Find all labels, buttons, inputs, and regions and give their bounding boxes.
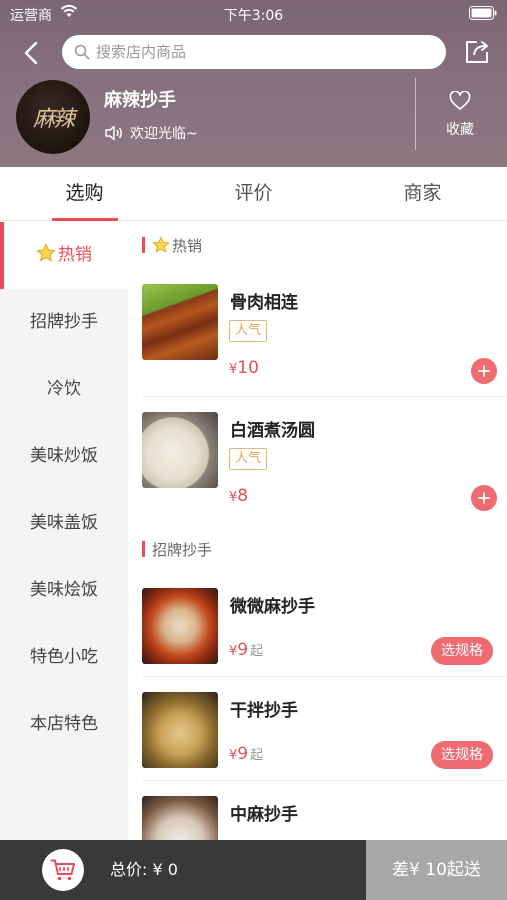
popular-tag: 人气	[229, 448, 268, 470]
product-list[interactable]: 热销 骨肉相连 人气 ¥10 白酒煮汤圆 人气 ¥8 招牌抄手 微微麻抄手 ¥9…	[128, 222, 507, 840]
product-name: 微微麻抄手	[230, 597, 315, 617]
heart-icon	[449, 91, 471, 110]
active-tab-indicator	[52, 218, 118, 221]
product-price: ¥10	[229, 358, 259, 378]
battery-icon	[469, 6, 497, 20]
category-braised-rice[interactable]: 美味烩饭	[0, 557, 128, 624]
status-bar: 运营商 下午3:06	[0, 0, 507, 28]
plus-icon	[478, 365, 490, 377]
shop-logo: 麻辣	[16, 80, 90, 154]
category-hot[interactable]: 热销	[0, 222, 128, 289]
search-input[interactable]	[96, 43, 446, 61]
product-image	[142, 284, 218, 360]
add-to-cart-button[interactable]	[471, 358, 497, 384]
product-name: 中麻抄手	[230, 805, 298, 825]
product-name: 骨肉相连	[230, 293, 298, 313]
popular-tag: 人气	[229, 320, 268, 342]
section-title: 热销	[172, 236, 203, 255]
item-divider	[142, 676, 507, 677]
shop-notice-text: 欢迎光临~	[130, 126, 198, 142]
category-snacks[interactable]: 特色小吃	[0, 624, 128, 691]
product-item[interactable]: 白酒煮汤圆 人气 ¥8	[128, 412, 507, 516]
category-rice-bowls[interactable]: 美味盖饭	[0, 490, 128, 557]
item-divider	[142, 780, 507, 781]
speaker-icon	[105, 125, 122, 141]
nav-row	[0, 32, 507, 74]
product-price: ¥9 起	[229, 640, 264, 660]
section-marker	[142, 541, 145, 557]
section-header-hot: 热销	[142, 234, 202, 256]
shop-info: 麻辣 麻辣抄手 欢迎光临~ 收藏	[0, 78, 507, 158]
choose-spec-button[interactable]: 选规格	[431, 741, 493, 769]
product-image	[142, 692, 218, 768]
favorite-label: 收藏	[446, 122, 474, 138]
tab-merchant[interactable]: 商家	[338, 167, 507, 221]
category-sidebar: 热销 招牌抄手 冷饮 美味炒饭 美味盖饭 美味烩饭 特色小吃 本店特色	[0, 222, 128, 840]
tab-reviews[interactable]: 评价	[169, 167, 338, 221]
tab-bar: 选购 评价 商家	[0, 167, 507, 221]
search-bar[interactable]	[62, 35, 446, 69]
back-button[interactable]	[18, 39, 44, 67]
product-item[interactable]: 骨肉相连 人气 ¥10	[128, 284, 507, 397]
shop-header: 运营商 下午3:06 搜索店内商品 麻辣 麻辣抄手 欢迎光临~ 收藏	[0, 0, 507, 167]
checkout-button[interactable]: 差¥ 10起送	[366, 840, 507, 900]
cart-total: 总价: ¥ 0	[110, 860, 178, 879]
choose-spec-button[interactable]: 选规格	[431, 637, 493, 665]
share-icon[interactable]	[463, 38, 491, 66]
section-marker	[142, 237, 145, 253]
category-fried-rice[interactable]: 美味炒饭	[0, 423, 128, 490]
item-divider	[142, 396, 507, 397]
section-header-signature: 招牌抄手	[142, 538, 212, 560]
plus-icon	[478, 492, 490, 504]
star-icon	[152, 236, 170, 253]
chevron-left-icon	[24, 41, 38, 65]
product-item[interactable]: 中麻抄手	[128, 796, 507, 840]
cart-bar: 总价: ¥ 0 差¥ 10起送	[0, 840, 507, 900]
product-name: 干拌抄手	[230, 701, 298, 721]
category-cold-drinks[interactable]: 冷饮	[0, 356, 128, 423]
product-price: ¥8	[229, 486, 249, 506]
product-price: ¥9 起	[229, 744, 264, 764]
shop-logo-text: 麻辣	[32, 107, 75, 132]
star-icon	[36, 243, 56, 262]
cart-button[interactable]	[42, 849, 84, 891]
cart-icon	[50, 859, 75, 881]
search-icon	[74, 44, 90, 60]
product-image	[142, 796, 218, 840]
favorite-button[interactable]: 收藏	[420, 88, 500, 148]
add-to-cart-button[interactable]	[471, 485, 497, 511]
product-name: 白酒煮汤圆	[230, 421, 315, 441]
header-divider	[415, 78, 416, 150]
category-signature-wonton[interactable]: 招牌抄手	[0, 289, 128, 356]
product-item[interactable]: 微微麻抄手 ¥9 起 选规格	[128, 588, 507, 692]
tab-shop[interactable]: 选购	[0, 167, 169, 221]
product-image	[142, 412, 218, 488]
category-house-specials[interactable]: 本店特色	[0, 691, 128, 758]
product-item[interactable]: 干拌抄手 ¥9 起 选规格	[128, 692, 507, 796]
product-image	[142, 588, 218, 664]
shop-notice: 欢迎光临~	[104, 123, 198, 143]
status-time: 下午3:06	[223, 8, 284, 24]
section-title: 招牌抄手	[152, 540, 213, 559]
category-label: 热销	[58, 245, 92, 265]
shop-name: 麻辣抄手	[104, 90, 176, 111]
